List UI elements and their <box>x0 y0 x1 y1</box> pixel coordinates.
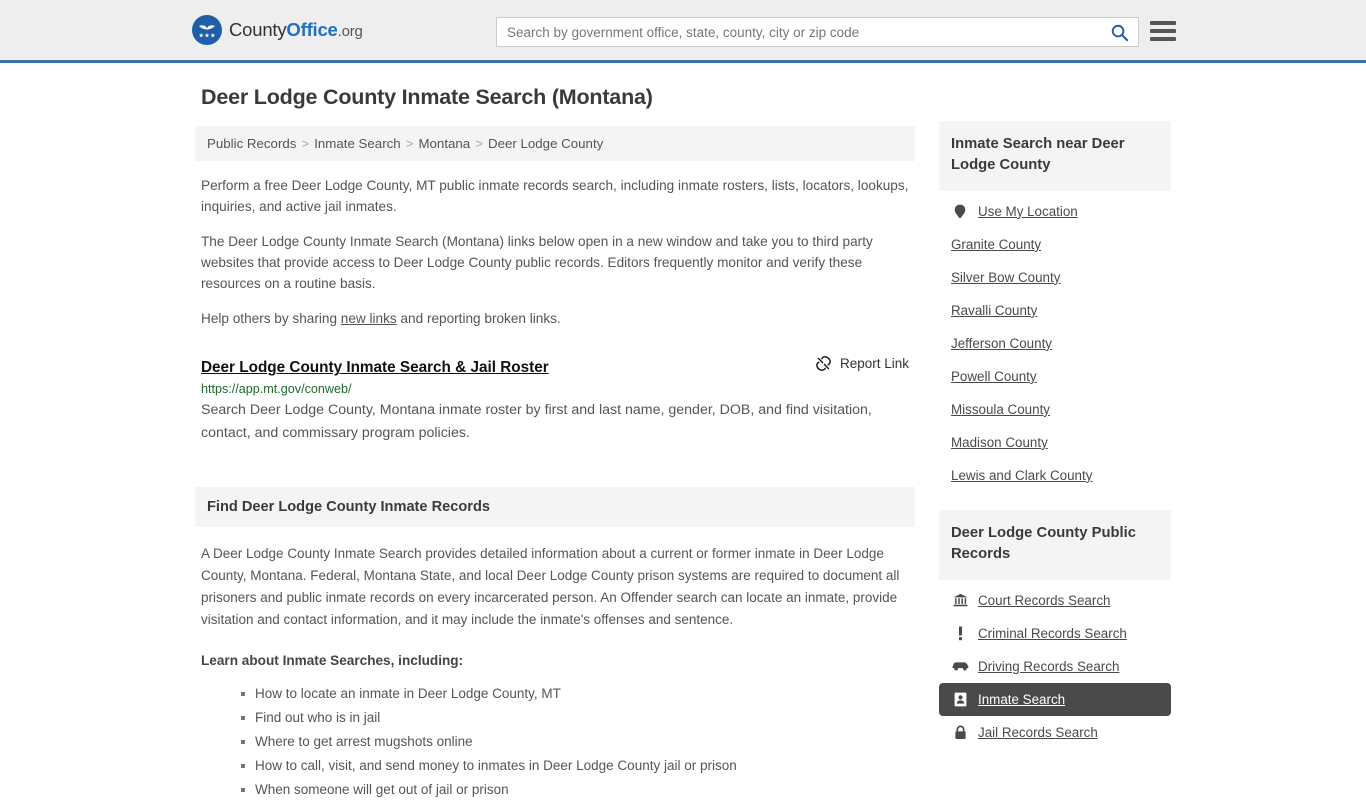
sidebar-item-inmate-search[interactable]: Inmate Search <box>939 682 1171 716</box>
learn-list: How to locate an inmate in Deer Lodge Co… <box>221 684 915 800</box>
sidebar-nearby-list: Use My Location Granite County Silver Bo… <box>939 195 1171 492</box>
section-heading: Find Deer Lodge County Inmate Records <box>195 487 915 528</box>
sidebar-item-label: Court Records Search <box>978 592 1111 608</box>
search-input[interactable] <box>497 19 1100 45</box>
sidebar-item-label: Use My Location <box>978 203 1078 219</box>
courthouse-icon <box>951 593 969 607</box>
sidebar-item-driving-records-search[interactable]: Driving Records Search <box>939 650 1171 683</box>
help-prefix: Help others by sharing <box>201 311 341 327</box>
hamburger-bar-2 <box>1150 29 1176 33</box>
intro-paragraph-2: The Deer Lodge County Inmate Search (Mon… <box>201 234 873 292</box>
section-body-text: A Deer Lodge County Inmate Search provid… <box>201 546 900 627</box>
breadcrumb-item-montana[interactable]: Montana <box>418 136 470 151</box>
list-item: Where to get arrest mugshots online <box>241 732 915 752</box>
sidebar-nearby-title: Inmate Search near Deer Lodge County <box>939 121 1171 191</box>
sidebar-item-use-my-location[interactable]: Use My Location <box>939 195 1171 228</box>
page-title: Deer Lodge County Inmate Search (Montana… <box>201 85 653 109</box>
sidebar-item-madison-county[interactable]: Madison County <box>939 426 1171 459</box>
sidebar-panel-nearby: Inmate Search near Deer Lodge County Use… <box>939 121 1171 492</box>
help-suffix: and reporting broken links. <box>396 311 561 327</box>
site-logo-text: CountyOffice.org <box>229 19 363 41</box>
brand-part-office: Office <box>286 19 338 40</box>
search-button[interactable] <box>1100 18 1138 46</box>
breadcrumb-item-deer-lodge-county[interactable]: Deer Lodge County <box>488 136 603 151</box>
breadcrumb-separator: > <box>405 136 414 151</box>
sidebar-item-label: Lewis and Clark County <box>951 467 1093 483</box>
site-logo[interactable]: CountyOffice.org <box>192 15 363 45</box>
broken-link-icon <box>816 356 831 372</box>
content-container: Deer Lodge County Inmate Search (Montana… <box>195 63 1171 804</box>
breadcrumb-item-inmate-search[interactable]: Inmate Search <box>314 136 400 151</box>
breadcrumb-separator: > <box>301 136 310 151</box>
report-link-label: Report Link <box>839 356 909 372</box>
id-card-icon <box>951 692 969 707</box>
search-bar <box>496 17 1139 47</box>
sidebar-item-criminal-records-search[interactable]: Criminal Records Search <box>939 617 1171 650</box>
sidebar-item-missoula-county[interactable]: Missoula County <box>939 393 1171 426</box>
search-icon <box>1111 24 1128 41</box>
brand-part-county: County <box>229 19 287 40</box>
sidebar-item-silver-bow-county[interactable]: Silver Bow County <box>939 261 1171 294</box>
exclamation-icon <box>951 626 969 641</box>
hamburger-bar-3 <box>1150 37 1176 41</box>
list-item: When someone will get out of jail or pri… <box>241 780 915 800</box>
result-block: Deer Lodge County Inmate Search & Jail R… <box>201 355 915 445</box>
sidebar-panel-public-records: Deer Lodge County Public Records Court R… <box>939 509 1171 749</box>
brand-part-org: .org <box>337 23 363 40</box>
sidebar-item-label: Madison County <box>951 434 1048 450</box>
hamburger-bar-1 <box>1150 21 1176 25</box>
sidebar-item-label: Granite County <box>951 236 1042 252</box>
sidebar-item-powell-county[interactable]: Powell County <box>939 360 1171 393</box>
result-description: Search Deer Lodge County, Montana inmate… <box>201 402 872 442</box>
sidebar-item-court-records-search[interactable]: Court Records Search <box>939 584 1171 617</box>
sidebar-item-label: Jefferson County <box>951 335 1052 351</box>
result-url: https://app.mt.gov/conweb/ <box>201 382 352 397</box>
sidebar-records-list: Court Records Search Criminal Records Se… <box>939 584 1171 749</box>
hamburger-menu-icon[interactable] <box>1150 19 1176 43</box>
main-column: Deer Lodge County Inmate Search (Montana… <box>195 85 915 804</box>
site-header: CountyOffice.org <box>0 0 1366 63</box>
map-pin-icon <box>951 204 969 219</box>
sidebar-item-label: Inmate Search <box>978 691 1066 707</box>
list-item: Find out who is in jail <box>241 708 915 728</box>
sidebar-item-ravalli-county[interactable]: Ravalli County <box>939 294 1171 327</box>
sidebar-item-label: Ravalli County <box>951 302 1038 318</box>
sidebar-item-lewis-and-clark-county[interactable]: Lewis and Clark County <box>939 459 1171 492</box>
list-item: How to locate an inmate in Deer Lodge Co… <box>241 684 915 704</box>
sidebar-item-label: Powell County <box>951 368 1037 384</box>
result-title-link[interactable]: Deer Lodge County Inmate Search & Jail R… <box>201 359 549 377</box>
sidebar-item-jail-records-search[interactable]: Jail Records Search <box>939 716 1171 749</box>
sidebar-item-granite-county[interactable]: Granite County <box>939 228 1171 261</box>
report-link-button[interactable]: Report Link <box>815 355 909 372</box>
sidebar-item-label: Jail Records Search <box>978 724 1098 740</box>
intro-paragraph-1: Perform a free Deer Lodge County, MT pub… <box>201 178 909 215</box>
learn-heading: Learn about Inmate Searches, including: <box>201 652 464 668</box>
breadcrumb-item-public-records[interactable]: Public Records <box>207 136 296 151</box>
page-body: Deer Lodge County Inmate Search (Montana… <box>0 63 1366 804</box>
sidebar-item-label: Silver Bow County <box>951 269 1061 285</box>
sidebar-item-label: Criminal Records Search <box>978 625 1127 641</box>
car-icon <box>951 660 969 672</box>
lock-icon <box>951 725 969 740</box>
new-links-link[interactable]: new links <box>341 311 397 326</box>
list-item: How to call, visit, and send money to in… <box>241 756 915 776</box>
breadcrumb-separator: > <box>475 136 483 151</box>
sidebar-records-title: Deer Lodge County Public Records <box>939 509 1171 580</box>
result-header-row: Deer Lodge County Inmate Search & Jail R… <box>201 355 915 377</box>
help-paragraph: Help others by sharing new links and rep… <box>201 308 915 329</box>
breadcrumb: Public Records > Inmate Search > Montana > Dee… <box>195 126 915 161</box>
sidebar: Inmate Search near Deer Lodge County Use… <box>939 121 1171 753</box>
sidebar-item-label: Driving Records Search <box>978 658 1120 674</box>
sidebar-item-jefferson-county[interactable]: Jefferson County <box>939 327 1171 360</box>
sidebar-item-label: Missoula County <box>951 401 1050 417</box>
countyoffice-eagle-logo-icon <box>192 15 222 45</box>
